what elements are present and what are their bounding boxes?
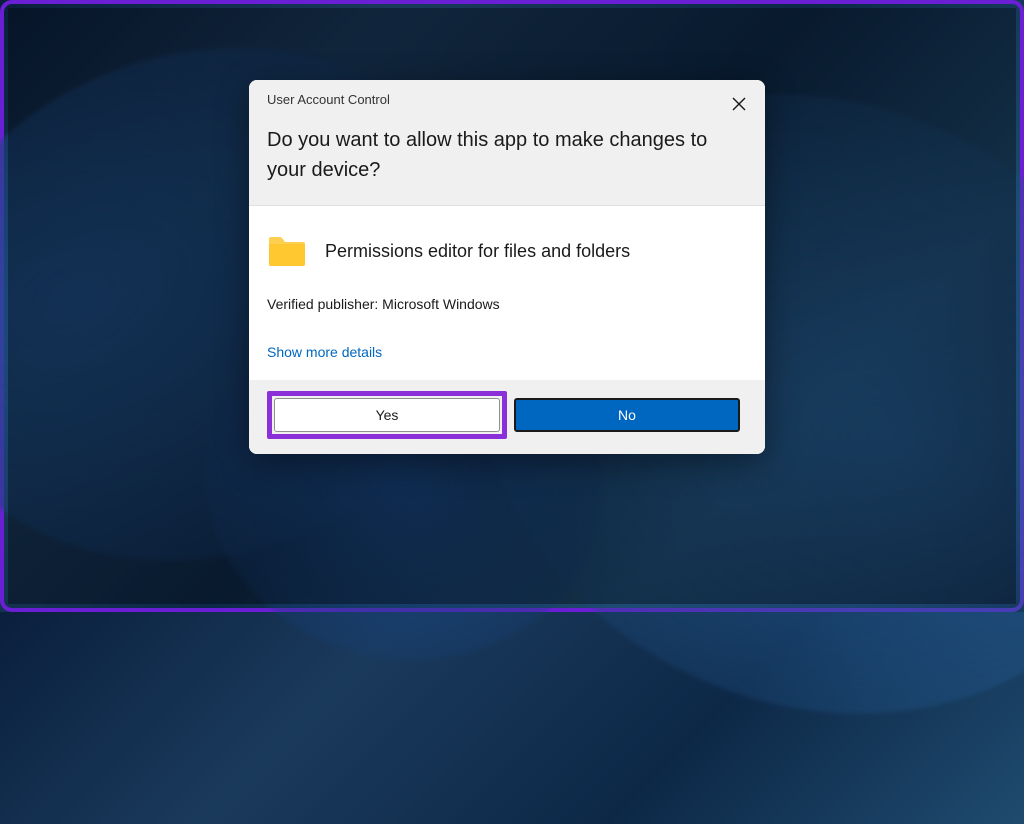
app-name: Permissions editor for files and folders [325, 241, 630, 262]
dialog-footer: Yes No [249, 380, 765, 454]
close-button[interactable] [727, 92, 751, 116]
dialog-title-small: User Account Control [267, 92, 747, 107]
show-more-details-link[interactable]: Show more details [267, 344, 382, 360]
dialog-header: User Account Control Do you want to allo… [249, 80, 765, 206]
no-button[interactable]: No [514, 398, 740, 432]
app-info-row: Permissions editor for files and folders [267, 234, 747, 268]
uac-dialog: User Account Control Do you want to allo… [249, 80, 765, 454]
dialog-body: Permissions editor for files and folders… [249, 206, 765, 380]
yes-button[interactable]: Yes [274, 398, 500, 432]
close-icon [732, 97, 746, 111]
folder-icon [267, 234, 307, 268]
publisher-info: Verified publisher: Microsoft Windows [267, 296, 747, 312]
yes-button-wrapper: Yes [274, 398, 500, 432]
dialog-title-large: Do you want to allow this app to make ch… [267, 125, 747, 185]
